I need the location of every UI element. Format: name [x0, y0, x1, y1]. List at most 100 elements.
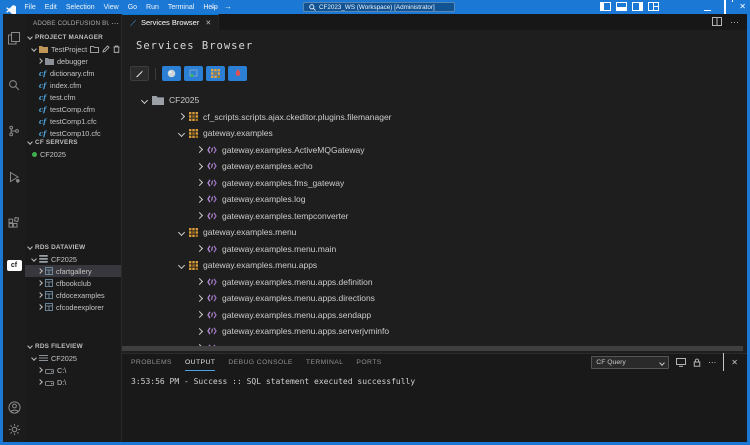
horizontal-scrollbar[interactable] [122, 346, 743, 351]
panel-tab-output[interactable]: OUTPUT [185, 354, 215, 371]
close-icon[interactable]: ✕ [205, 19, 211, 27]
drive-item[interactable]: C:\ [25, 364, 121, 376]
tab-services-browser[interactable]: Services Browser ✕ [122, 14, 219, 30]
file-item[interactable]: cftest.cfm [25, 91, 121, 103]
drive-item[interactable]: D:\ [25, 376, 121, 388]
package-icon [189, 129, 198, 138]
split-editor-icon[interactable] [712, 13, 722, 31]
chevron-right-icon[interactable] [196, 311, 203, 318]
file-item[interactable]: cfdictionary.cfm [25, 67, 121, 79]
command-center[interactable]: CF2023_WS (Workspace) [Administrator] [303, 2, 455, 12]
packages-button[interactable] [206, 66, 225, 81]
chevron-right-icon[interactable] [196, 245, 203, 252]
file-item[interactable]: cftestComp.cfm [25, 103, 121, 115]
tree-item[interactable]: gateway.examples.menu.apps.definition [122, 274, 747, 291]
chevron-right-icon[interactable] [196, 278, 203, 285]
more-actions-icon[interactable]: ⋯ [109, 19, 119, 28]
tree-item[interactable]: gateway.examples.menu.apps.serverjvminfo [122, 323, 747, 340]
coldfusion-extension-icon[interactable]: cf [3, 254, 25, 276]
tree-item[interactable]: gateway.examples.tempconverter [122, 208, 747, 225]
tree-item-debugger[interactable]: debugger [25, 55, 121, 67]
section-header[interactable]: RDS FILEVIEW [25, 340, 121, 352]
chevron-right-icon[interactable] [196, 196, 203, 203]
datasource-root-row[interactable]: CF2025 [25, 253, 121, 265]
more-actions-icon[interactable]: ⋯ [730, 17, 739, 28]
fileview-root-row[interactable]: CF2025 [25, 352, 121, 364]
source-control-icon[interactable] [3, 120, 25, 142]
project-row[interactable]: TestProject [25, 43, 121, 55]
page-title: Services Browser [136, 40, 253, 52]
tree-item[interactable]: cf_scripts.scripts.ajax.ckeditor.plugins… [122, 109, 747, 126]
menu-selection[interactable]: Selection [61, 4, 99, 11]
project-icon [39, 43, 48, 55]
tree-item[interactable]: CF2025 [122, 92, 747, 109]
extensions-icon[interactable] [3, 212, 25, 234]
tree-item[interactable]: gateway.examples.echo [122, 158, 747, 175]
tree-item[interactable]: gateway.examples [122, 125, 747, 142]
edit-pencil-icon[interactable] [102, 43, 110, 55]
tree-item[interactable]: gateway.examples.fms_gateway [122, 175, 747, 192]
section-header[interactable]: PROJECT MANAGER [25, 31, 121, 43]
menu-edit[interactable]: Edit [40, 4, 61, 11]
chevron-down-icon[interactable] [178, 130, 185, 137]
explorer-icon[interactable] [3, 27, 25, 49]
chevron-right-icon[interactable] [178, 113, 185, 120]
sphere-icon [167, 65, 176, 83]
section-header[interactable]: CF SERVERS [25, 136, 121, 148]
tree-item[interactable]: gateway.examples.log [122, 191, 747, 208]
menu-view[interactable]: View [99, 4, 123, 11]
close-window-button[interactable]: ✕ [739, 0, 746, 14]
panel-tab-terminal[interactable]: TERMINAL [306, 354, 344, 371]
menu-go[interactable]: Go [123, 4, 141, 11]
run-debug-icon[interactable] [3, 166, 25, 188]
close-panel-icon[interactable]: ✕ [731, 356, 738, 369]
menu-run[interactable]: Run [142, 4, 164, 11]
tree-item[interactable]: gateway.examples.menu.apps [122, 257, 747, 274]
chevron-down-icon[interactable] [178, 262, 185, 269]
tree-item[interactable]: gateway.examples.ActiveMQGateway [122, 142, 747, 159]
panel-tab-problems[interactable]: PROBLEMS [131, 354, 172, 371]
menu-terminal[interactable]: Terminal [163, 4, 198, 11]
panel-tab-debug-console[interactable]: DEBUG CONSOLE [228, 354, 293, 371]
maximize-panel-icon[interactable] [723, 354, 724, 372]
chevron-right-icon[interactable] [196, 328, 203, 335]
chevron-down-icon [27, 343, 33, 349]
datasource-item[interactable]: cfdocexamples [25, 289, 121, 301]
more-actions-icon[interactable]: ⋯ [708, 356, 716, 369]
vscode-window: File Edit Selection View Go Run Terminal… [0, 0, 750, 445]
lock-scrolling-icon[interactable] [693, 354, 701, 372]
file-item[interactable]: cftestComp1.cfc [25, 115, 121, 127]
panel-tab-ports[interactable]: PORTS [356, 354, 381, 371]
settings-gear-icon[interactable] [3, 418, 25, 440]
tree-item[interactable]: gateway.examples.menu [122, 224, 747, 241]
filter-button[interactable] [130, 66, 149, 81]
section-header[interactable]: RDS DATAVIEW [25, 241, 121, 253]
search-icon[interactable] [3, 74, 25, 96]
chevron-right-icon[interactable] [196, 212, 203, 219]
menu-file[interactable]: File [20, 4, 40, 11]
server-row[interactable]: CF2025 [25, 148, 121, 160]
back-icon[interactable]: ← [210, 0, 218, 14]
tree-item[interactable]: gateway.examples.menu.apps.directions [122, 290, 747, 307]
tree-item[interactable]: gateway.examples.menu.apps.sendapp [122, 307, 747, 324]
chevron-right-icon[interactable] [196, 163, 203, 170]
tree-item[interactable]: gateway.examples.menu.main [122, 241, 747, 258]
open-output-in-editor-icon[interactable] [676, 354, 686, 372]
chevron-down-icon[interactable] [141, 97, 148, 104]
accounts-icon[interactable] [3, 396, 25, 418]
chevron-right-icon[interactable] [196, 146, 203, 153]
datasource-item[interactable]: cfcodeexplorer [25, 301, 121, 313]
file-item[interactable]: cfindex.cfm [25, 79, 121, 91]
chevron-down-icon[interactable] [178, 229, 185, 236]
datasource-item[interactable]: cfbookclub [25, 277, 121, 289]
forward-icon[interactable]: → [224, 0, 232, 14]
new-folder-icon[interactable] [90, 43, 99, 55]
delete-trash-icon[interactable] [113, 43, 120, 55]
server-scope-button[interactable] [162, 66, 181, 81]
chevron-right-icon[interactable] [196, 295, 203, 302]
flame-button[interactable] [228, 66, 247, 81]
datasource-button[interactable] [184, 66, 203, 81]
chevron-right-icon[interactable] [196, 179, 203, 186]
datasource-item[interactable]: cfartgallery [25, 265, 121, 277]
output-channel-select[interactable]: CF Query [591, 356, 669, 369]
